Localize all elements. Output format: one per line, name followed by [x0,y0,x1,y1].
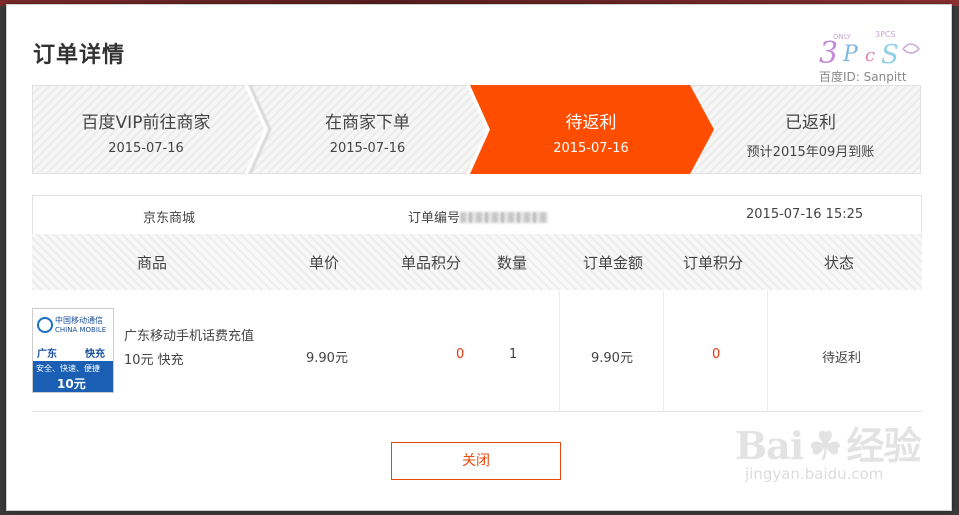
order-amount: 9.90元 [591,351,633,366]
order-points: 0 [712,347,721,362]
step-4-date: 预计2015年09月到账 [746,145,875,160]
divider [559,291,560,411]
close-button[interactable]: 关闭 [391,442,561,480]
col-status: 状态 [824,254,855,272]
col-quantity: 数量 [497,254,528,272]
thumb-brand-en: CHINA MOBILE [55,326,107,334]
item-points: 0 [456,347,465,362]
product-name[interactable]: 广东移动手机话费充值10元 快充 [124,325,259,373]
order-detail-dialog: 订单详情 ONLY 3PCS 3 P c S 百度ID: Sanpitt 百度V… [6,4,952,511]
progress-steps: 百度VIP前往商家 2015-07-16 在商家下单 2015-07-16 待返… [32,85,921,174]
svg-text:S: S [881,40,899,67]
baidu-watermark-url: jingyan.baidu.com [745,465,884,483]
step-4: 已返利 预计2015年09月到账 [700,85,921,174]
step-2-date: 2015-07-16 [329,141,406,156]
order-number-redacted [460,212,549,223]
baidu-watermark-cn: 经验 [846,423,921,468]
divider [663,291,664,411]
quantity: 1 [509,347,518,362]
step-3-date: 2015-07-16 [553,141,629,156]
thumb-slogan: 安全、快速、便捷 [36,364,100,373]
step-1: 百度VIP前往商家 2015-07-16 [32,85,260,174]
order-number: 订单编号 [408,207,549,226]
product-thumbnail[interactable]: 中国移动通信 CHINA MOBILE 广东 快充 安全、快速、便捷 10元 [32,308,114,393]
watermark-id: 百度ID: Sanpitt [819,70,907,84]
col-item-points: 单品积分 [401,254,462,272]
status: 待返利 [822,351,862,366]
order-number-label: 订单编号 [408,211,461,226]
thumb-speed: 快充 [85,349,105,360]
col-product: 商品 [137,254,168,272]
step-3: 待返利 2015-07-16 [482,85,700,174]
step-4-name: 已返利 [785,113,836,133]
merchant-name: 京东商城 [143,211,196,226]
col-order-amount: 订单金额 [583,254,644,272]
thumb-brand-cn: 中国移动通信 [55,316,103,325]
step-2: 在商家下单 2015-07-16 [260,85,475,174]
step-2-name: 在商家下单 [325,113,410,133]
watermark-logo: ONLY 3PCS 3 P c S [815,27,935,71]
china-mobile-logo-icon [37,317,53,333]
col-unit-price: 单价 [309,254,340,272]
svg-text:3: 3 [819,36,838,67]
divider [767,291,768,411]
paw-icon: ☘ [808,423,842,468]
svg-text:c: c [865,45,875,66]
step-1-date: 2015-07-16 [108,141,184,156]
thumb-region: 广东 [37,349,57,360]
table-header: 商品 单价 单品积分 数量 订单金额 订单积分 状态 [32,234,922,290]
baidu-watermark-text: Bai [735,423,804,468]
thumb-amount: 10元 [57,377,86,391]
dialog-title: 订单详情 [33,43,126,68]
order-header: 京东商城 订单编号 2015-07-16 15:25 [32,195,922,235]
step-3-name: 待返利 [565,113,617,133]
col-order-points: 订单积分 [683,254,744,272]
step-1-name: 百度VIP前往商家 [81,113,211,133]
table-row: 中国移动通信 CHINA MOBILE 广东 快充 安全、快速、便捷 10元 广… [32,291,922,412]
svg-text:P: P [842,42,859,67]
order-datetime: 2015-07-16 15:25 [746,207,864,222]
unit-price: 9.90元 [306,351,348,366]
baidu-watermark: Bai ☘ 经验 jingyan.baidu.com [735,415,921,483]
watermark-logo-text: 3PCS [875,30,896,39]
